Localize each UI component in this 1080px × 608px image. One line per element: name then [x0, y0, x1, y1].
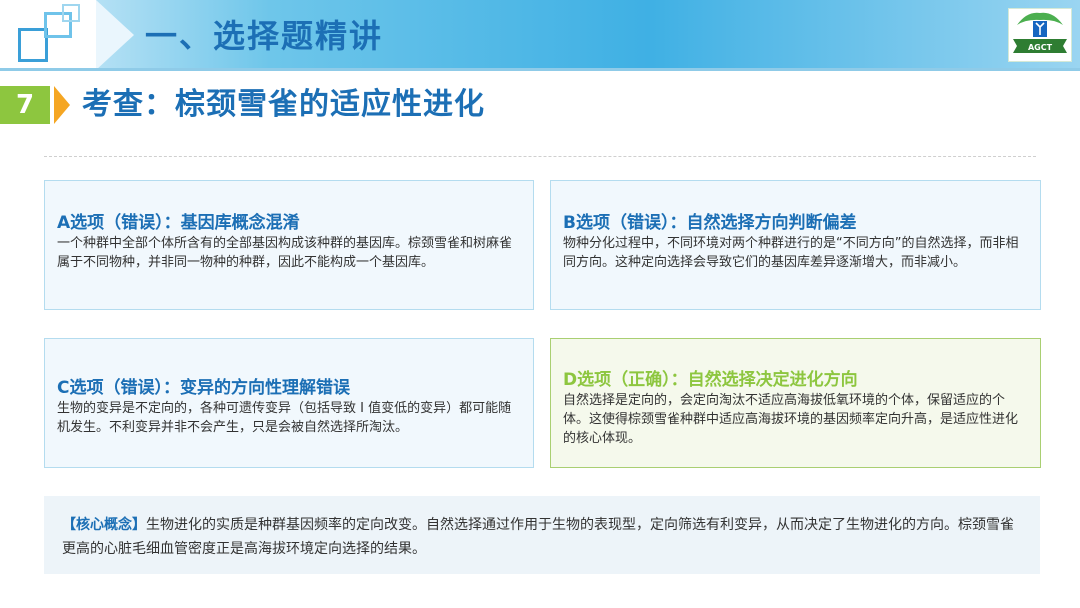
option-card-b: B选项（错误）：自然选择方向判断偏差 物种分化过程中，不同环境对两个种群进行的是…	[550, 180, 1041, 310]
option-d-body: 自然选择是定向的，会定向淘汰不适应高海拔低氧环境的个体，保留适应的个体。这使得棕…	[563, 393, 1019, 446]
option-b-body: 物种分化过程中，不同环境对两个种群进行的是“不同方向”的自然选择，而非相同方向。…	[563, 236, 1019, 270]
dashed-divider	[44, 156, 1036, 157]
arrow-right-icon	[54, 86, 70, 124]
option-b-title: B选项（错误）：自然选择方向判断偏差	[563, 213, 857, 233]
header-divider	[0, 68, 1080, 71]
header-chevron-icon	[96, 0, 134, 70]
square-outline-icon	[62, 4, 80, 22]
section-title: 一、选择题精讲	[145, 17, 384, 55]
option-card-c: C选项（错误）：变异的方向性理解错误 生物的变异是不定向的，各种可遗传变异（包括…	[44, 338, 534, 468]
question-number: 7	[0, 86, 50, 124]
option-a-title: A选项（错误）：基因库概念混淆	[57, 213, 300, 233]
logo: AGCT	[1008, 8, 1072, 62]
option-card-a: A选项（错误）：基因库概念混淆 一个种群中全部个体所含有的全部基因构成该种群的基…	[44, 180, 534, 310]
option-a-body: 一个种群中全部个体所含有的全部基因构成该种群的基因库。棕颈雪雀和树麻雀属于不同物…	[57, 236, 513, 270]
header-decoration	[0, 0, 96, 70]
core-concept-text: 【核心概念】生物进化的实质是种群基因频率的定向改变。自然选择通过作用于生物的表现…	[62, 513, 1022, 561]
core-concept-tag: 【核心概念】	[62, 517, 146, 533]
option-c-body: 生物的变异是不定向的，各种可遗传变异（包括导致 I 值变低的变异）都可能随机发生…	[57, 401, 512, 435]
logo-emblem-icon: AGCT	[1013, 12, 1067, 53]
core-concept-body: 生物进化的实质是种群基因频率的定向改变。自然选择通过作用于生物的表现型，定向筛选…	[62, 517, 1014, 557]
core-concept-box: 【核心概念】生物进化的实质是种群基因频率的定向改变。自然选择通过作用于生物的表现…	[44, 496, 1040, 574]
question-title: 考查：棕颈雪雀的适应性进化	[82, 87, 485, 122]
logo-text: AGCT	[1028, 43, 1053, 52]
option-card-d: D选项（正确）：自然选择决定进化方向 自然选择是定向的，会定向淘汰不适应高海拔低…	[550, 338, 1041, 468]
option-d-title: D选项（正确）：自然选择决定进化方向	[563, 370, 858, 390]
option-c-title: C选项（错误）：变异的方向性理解错误	[57, 378, 350, 398]
